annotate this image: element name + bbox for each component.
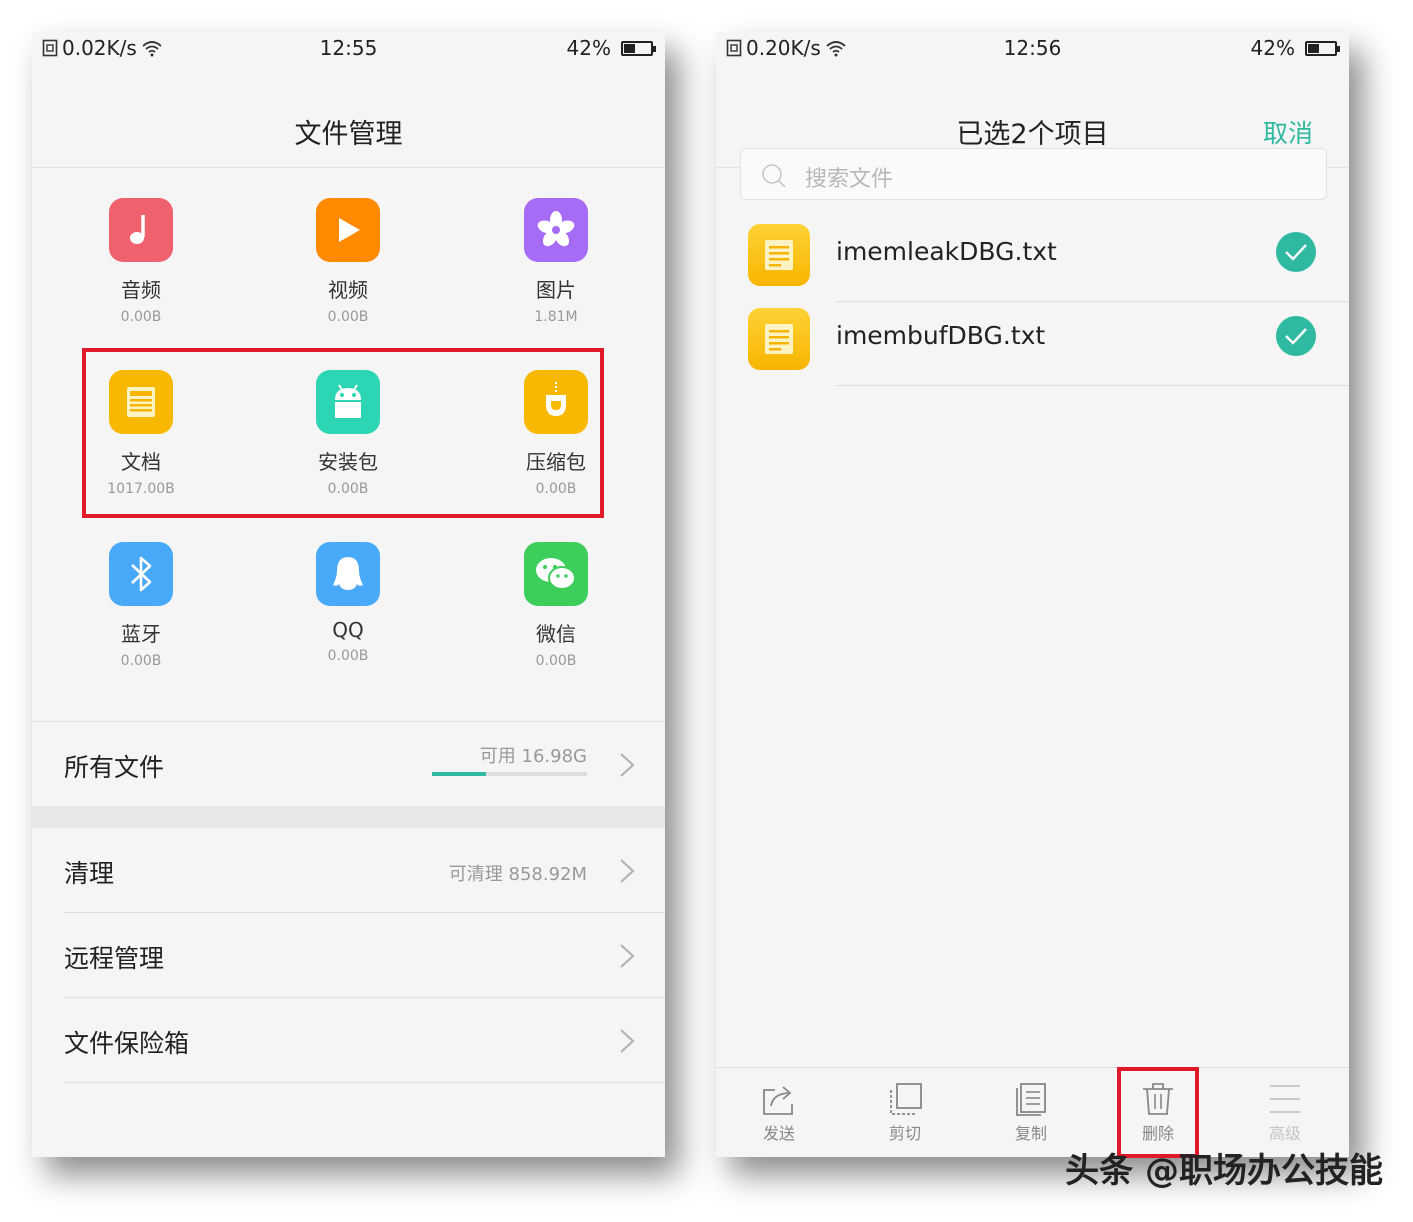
- text-file-icon: [748, 224, 810, 286]
- category-size: 0.00B: [120, 309, 162, 325]
- selection-screen: 0.20K/s 12:56 42% 已选2个项目 取消 搜索文件 imemlea…: [716, 32, 1349, 1157]
- cancel-button[interactable]: 取消: [1263, 114, 1313, 150]
- chevron-right-icon: [620, 1029, 635, 1053]
- battery-percent: 42%: [566, 36, 611, 60]
- send-button[interactable]: 发送: [734, 1082, 824, 1144]
- music-note-icon: [109, 198, 173, 262]
- chevron-right-icon: [620, 944, 635, 968]
- battery-percent: 42%: [1250, 36, 1295, 60]
- menu-item-remote[interactable]: 远程管理: [32, 913, 665, 998]
- section-separator: [32, 806, 665, 828]
- category-name: 视频: [328, 278, 368, 302]
- search-placeholder: 搜索文件: [805, 167, 894, 192]
- menu-label: 文件保险箱: [64, 1029, 190, 1058]
- flower-icon: [524, 198, 588, 262]
- text-file-icon: [748, 308, 810, 370]
- toolbar-label: 剪切: [888, 1124, 921, 1143]
- share-icon: [763, 1086, 793, 1115]
- file-item[interactable]: imembufDBG.txt: [716, 302, 1349, 386]
- file-item[interactable]: imemleakDBG.txt: [716, 218, 1349, 302]
- category-name: 图片: [536, 278, 576, 302]
- title-bar: 文件管理: [32, 64, 665, 168]
- menu-icon: [1270, 1085, 1300, 1113]
- status-bar: 0.02K/s 12:55 42%: [32, 32, 665, 64]
- toolbar-label: 复制: [1014, 1124, 1047, 1143]
- category-images[interactable]: 图片 1.81M: [466, 198, 646, 325]
- menu-item-clean[interactable]: 清理 可清理 858.92M: [32, 828, 665, 913]
- checkmark-icon[interactable]: [1276, 232, 1316, 272]
- category-video[interactable]: 视频 0.00B: [258, 198, 438, 325]
- chevron-right-icon: [620, 753, 635, 777]
- all-files-label: 所有文件: [64, 753, 165, 782]
- cut-button[interactable]: 剪切: [860, 1082, 950, 1144]
- advanced-button[interactable]: 高级: [1240, 1082, 1330, 1144]
- category-bluetooth[interactable]: 蓝牙 0.00B: [51, 542, 231, 669]
- menu-label: 远程管理: [64, 944, 165, 973]
- selection-count-title: 已选2个项目: [956, 119, 1109, 150]
- category-size: 0.00B: [535, 653, 577, 669]
- toolbar-label: 高级: [1268, 1124, 1301, 1143]
- chevron-right-icon: [620, 859, 635, 883]
- status-bar: 0.20K/s 12:56 42%: [716, 32, 1349, 64]
- category-audio[interactable]: 音频 0.00B: [51, 198, 231, 325]
- category-wechat[interactable]: 微信 0.00B: [466, 542, 646, 669]
- battery-icon: [1305, 40, 1340, 56]
- copy-button[interactable]: 复制: [986, 1082, 1076, 1144]
- watermark: 头条 @职场办公技能: [1065, 1151, 1383, 1191]
- play-icon: [316, 198, 380, 262]
- page-title: 文件管理: [294, 119, 403, 150]
- category-size: 1.81M: [534, 309, 578, 325]
- wechat-icon: [524, 542, 588, 606]
- storage-usage-bar: [432, 772, 587, 776]
- cleanable-size: 可清理 858.92M: [448, 864, 587, 885]
- menu-label: 清理: [64, 859, 115, 888]
- file-manager-screen: 0.02K/s 12:55 42% 文件管理 音频 0.00B 视频 0.00B…: [32, 32, 665, 1157]
- bluetooth-icon: [109, 542, 173, 606]
- menu-item-safe[interactable]: 文件保险箱: [32, 998, 665, 1083]
- battery-icon: [621, 40, 656, 56]
- qq-penguin-icon: [316, 542, 380, 606]
- category-qq[interactable]: QQ 0.00B: [258, 542, 438, 664]
- all-files-row[interactable]: 所有文件 可用 16.98G: [32, 721, 665, 806]
- category-size: 0.00B: [327, 309, 369, 325]
- category-size: 0.00B: [120, 653, 162, 669]
- category-name: QQ: [332, 618, 364, 642]
- category-name: 蓝牙: [121, 622, 161, 646]
- available-space: 可用 16.98G: [479, 746, 587, 767]
- category-size: 0.00B: [327, 648, 369, 664]
- file-name: imemleakDBG.txt: [836, 237, 1057, 266]
- search-input[interactable]: 搜索文件: [740, 148, 1327, 200]
- checkmark-icon[interactable]: [1276, 316, 1316, 356]
- highlight-box: [82, 348, 604, 518]
- copy-icon: [1016, 1083, 1046, 1116]
- file-name: imembufDBG.txt: [836, 321, 1046, 350]
- cut-icon: [890, 1083, 922, 1115]
- search-icon: [762, 164, 786, 188]
- category-name: 音频: [121, 278, 161, 302]
- toolbar-label: 发送: [762, 1124, 795, 1143]
- category-name: 微信: [536, 622, 576, 646]
